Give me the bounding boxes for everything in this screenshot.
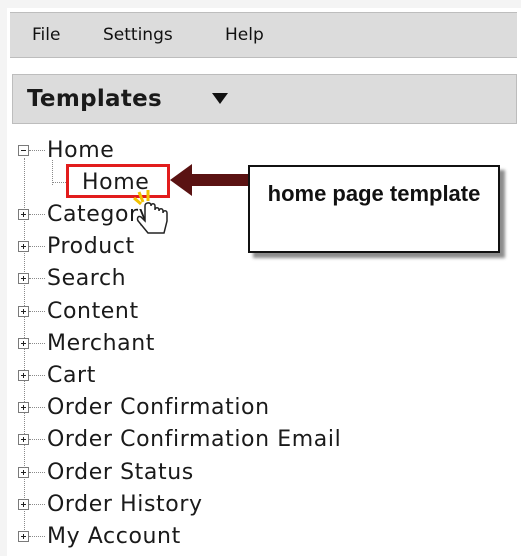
tree-connector [29, 439, 45, 441]
menu-help[interactable]: Help [225, 25, 264, 45]
tree-connector [29, 214, 45, 215]
tree-node-label[interactable]: Content [47, 299, 139, 324]
expand-icon[interactable] [18, 273, 29, 285]
expand-icon[interactable] [18, 370, 29, 381]
dropdown-caret-icon[interactable] [212, 93, 228, 104]
expand-icon[interactable] [18, 241, 29, 253]
tree-node-label[interactable]: Merchant [47, 331, 155, 356]
menu-file[interactable]: File [32, 25, 60, 45]
expand-icon[interactable] [18, 466, 29, 478]
tree-connector [29, 310, 45, 312]
tree-connector [29, 471, 45, 473]
tree-connector [29, 150, 45, 151]
tree-connector [29, 503, 45, 505]
hand-cursor-icon [133, 190, 168, 234]
panel-title: Templates [27, 86, 163, 112]
tree-node-label[interactable]: Order Status [47, 460, 194, 485]
tree-node-label[interactable]: My Account [47, 524, 181, 549]
tree-connector [29, 536, 45, 537]
pointer-arrow-icon [170, 164, 256, 196]
expand-icon[interactable] [18, 337, 29, 349]
tree-connector [29, 375, 45, 376]
callout-box: home page template [248, 165, 500, 253]
tree-connector [29, 342, 45, 344]
menu-settings[interactable]: Settings [103, 25, 173, 45]
window-frame-top [0, 0, 521, 8]
tree-connector [29, 246, 45, 248]
callout-text: home page template [267, 181, 481, 206]
collapse-icon[interactable] [18, 145, 29, 156]
tree-connector [29, 278, 45, 280]
tree-node-label[interactable]: Home [47, 138, 114, 163]
templates-panel-header: Templates [12, 74, 517, 124]
expand-icon[interactable] [18, 498, 29, 510]
tree-node-label[interactable]: Product [47, 234, 135, 259]
expand-icon[interactable] [18, 531, 29, 542]
expand-icon[interactable] [18, 209, 29, 220]
tree-node-label[interactable]: Cart [47, 363, 96, 388]
expand-icon[interactable] [18, 402, 29, 414]
expand-icon[interactable] [18, 434, 29, 446]
tree-connector [29, 407, 45, 409]
expand-icon[interactable] [18, 305, 29, 317]
tree-node-label[interactable]: Order Confirmation Email [47, 427, 341, 452]
tree-node-label[interactable]: Order Confirmation [47, 395, 270, 420]
tree-node-label[interactable]: Search [47, 266, 126, 291]
window-frame-left [0, 0, 7, 556]
tree-node-label[interactable]: Order History [47, 492, 203, 517]
menu-bar: File Settings Help [10, 12, 517, 58]
